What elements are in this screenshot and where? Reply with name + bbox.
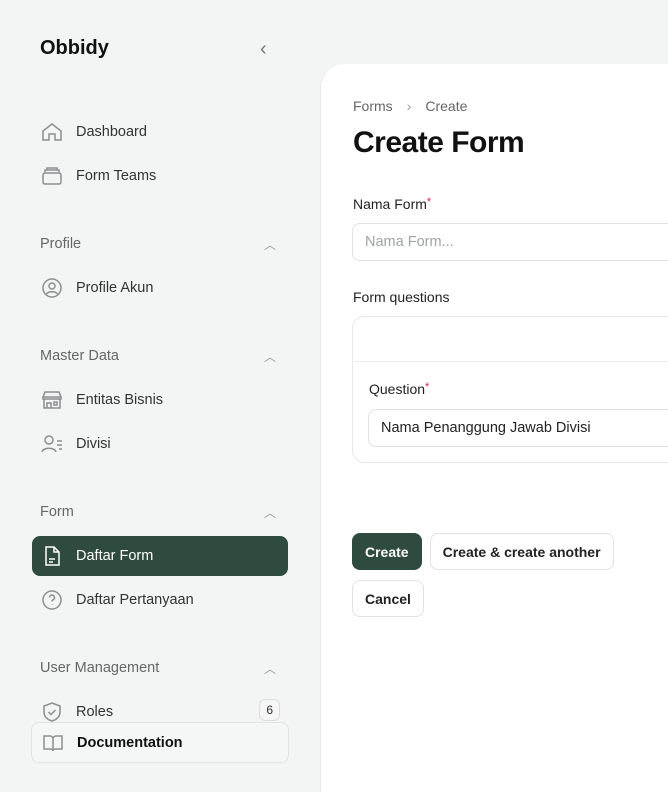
store-icon: [42, 391, 62, 409]
sidebar-item-entitas-bisnis[interactable]: Entitas Bisnis: [32, 380, 288, 420]
form-actions: Create Create & create another Cancel: [352, 533, 668, 617]
sidebar: Obbidy ‹ Dashboard Form Teams Profile ︿ P…: [0, 0, 320, 792]
sidebar-item-form-teams[interactable]: Form Teams: [32, 156, 288, 196]
chevron-up-icon: ︿: [263, 506, 276, 520]
form-questions-label: Form questions: [353, 289, 450, 305]
sidebar-item-dashboard[interactable]: Dashboard: [32, 112, 288, 152]
group-form[interactable]: Form ︿: [40, 504, 276, 521]
brand-logo: Obbidy: [40, 37, 109, 59]
document-icon: [45, 546, 60, 566]
create-another-button[interactable]: Create & create another: [429, 533, 614, 570]
group-user-management[interactable]: User Management ︿: [40, 660, 276, 677]
breadcrumb: Forms › Create: [353, 98, 467, 114]
chevron-up-icon: ︿: [263, 662, 276, 676]
group-profile[interactable]: Profile ︿: [40, 236, 276, 253]
form-questions-repeater: Question* Nama Penanggung Jawab Divisi: [352, 316, 668, 463]
question-circle-icon: [42, 590, 62, 610]
book-icon: [43, 734, 63, 751]
create-button[interactable]: Create: [352, 533, 422, 570]
breadcrumb-forms[interactable]: Forms: [353, 98, 393, 114]
user-circle-icon: [42, 278, 62, 298]
documentation-link[interactable]: Documentation: [31, 722, 289, 763]
breadcrumb-create: Create: [425, 98, 468, 114]
cancel-button[interactable]: Cancel: [352, 580, 424, 617]
home-icon: [42, 123, 62, 141]
stack-icon: [42, 167, 62, 185]
roles-count-badge: 6: [259, 699, 280, 721]
divider: [353, 361, 668, 362]
page-title: Create Form: [353, 126, 525, 159]
collapse-sidebar-button[interactable]: ‹: [260, 38, 276, 60]
nama-form-input[interactable]: Nama Form...: [352, 223, 668, 261]
chevron-up-icon: ︿: [263, 350, 276, 364]
sidebar-item-profile-akun[interactable]: Profile Akun: [32, 268, 288, 308]
question-label: Question*: [369, 381, 430, 397]
users-list-icon: [41, 435, 62, 453]
main-content: Forms › Create Create Form Nama Form* Na…: [320, 64, 668, 792]
sidebar-item-daftar-form[interactable]: Daftar Form: [32, 536, 288, 576]
chevron-up-icon: ︿: [263, 238, 276, 252]
shield-check-icon: [43, 702, 61, 722]
group-master-data[interactable]: Master Data ︿: [40, 348, 276, 365]
sidebar-item-daftar-pertanyaan[interactable]: Daftar Pertanyaan: [32, 580, 288, 620]
nama-form-label: Nama Form*: [353, 196, 432, 212]
question-input[interactable]: Nama Penanggung Jawab Divisi: [368, 409, 668, 447]
chevron-right-icon: ›: [406, 98, 412, 114]
sidebar-item-divisi[interactable]: Divisi: [32, 424, 288, 464]
